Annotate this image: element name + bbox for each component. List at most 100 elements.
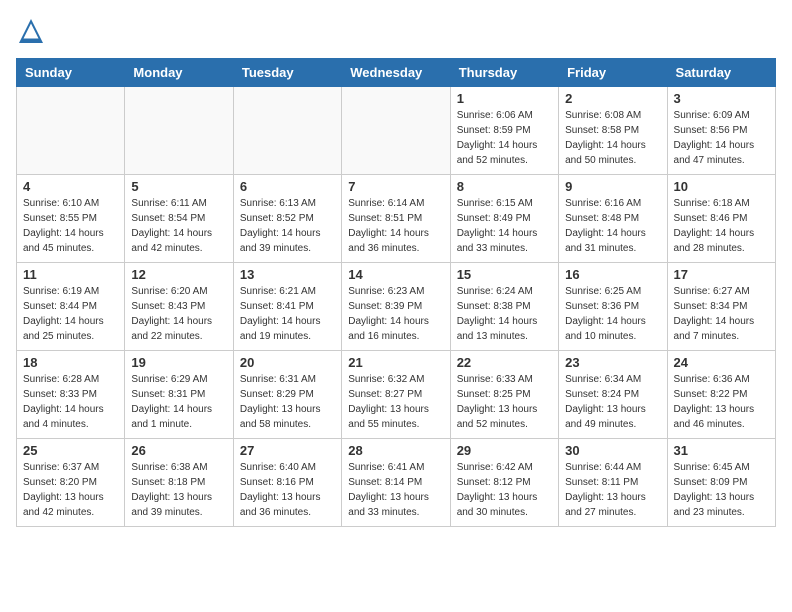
day-number: 13: [240, 267, 335, 282]
day-number: 11: [23, 267, 118, 282]
day-number: 14: [348, 267, 443, 282]
day-info: Sunrise: 6:19 AM Sunset: 8:44 PM Dayligh…: [23, 284, 118, 344]
calendar-cell: 19Sunrise: 6:29 AM Sunset: 8:31 PM Dayli…: [125, 351, 233, 439]
calendar-header-sunday: Sunday: [17, 59, 125, 87]
calendar-cell: 22 Sunrise: 6:33 AM Sunset: 8:25 PM Dayli…: [450, 351, 558, 439]
calendar-cell: 31 Sunrise: 6:45 AM Sunset: 8:09 PM Dayli…: [667, 439, 775, 527]
day-info: Sunrise: 6:33 AM Sunset: 8:25 PM Dayligh…: [457, 372, 552, 432]
calendar-cell: 8Sunrise: 6:15 AM Sunset: 8:49 PM Daylig…: [450, 175, 558, 263]
day-number: 9: [565, 179, 660, 194]
calendar-cell: 7 Sunrise: 6:14 AM Sunset: 8:51 PM Daylig…: [342, 175, 450, 263]
calendar-cell: 1 Sunrise: 6:06 AM Sunset: 8:59 PM Daylig…: [450, 87, 558, 175]
day-info: Sunrise: 6:13 AM Sunset: 8:52 PM Dayligh…: [240, 196, 335, 256]
calendar-cell: 28 Sunrise: 6:41 AM Sunset: 8:14 PM Dayli…: [342, 439, 450, 527]
calendar-cell: 21Sunrise: 6:32 AM Sunset: 8:27 PM Dayli…: [342, 351, 450, 439]
day-info: Sunrise: 6:20 AM Sunset: 8:43 PM Dayligh…: [131, 284, 226, 344]
calendar-cell: [342, 87, 450, 175]
day-number: 1: [457, 91, 552, 106]
calendar-cell: 25 Sunrise: 6:37 AM Sunset: 8:20 PM Dayli…: [17, 439, 125, 527]
day-number: 16: [565, 267, 660, 282]
day-info: Sunrise: 6:42 AM Sunset: 8:12 PM Dayligh…: [457, 460, 552, 520]
day-number: 3: [674, 91, 769, 106]
day-info: Sunrise: 6:44 AM Sunset: 8:11 PM Dayligh…: [565, 460, 660, 520]
day-info: Sunrise: 6:08 AM Sunset: 8:58 PM Dayligh…: [565, 108, 660, 168]
day-number: 26: [131, 443, 226, 458]
calendar-cell: 2 Sunrise: 6:08 AM Sunset: 8:58 PM Daylig…: [559, 87, 667, 175]
calendar-cell: 12 Sunrise: 6:20 AM Sunset: 8:43 PM Dayli…: [125, 263, 233, 351]
day-info: Sunrise: 6:16 AM Sunset: 8:48 PM Dayligh…: [565, 196, 660, 256]
calendar-cell: 14 Sunrise: 6:23 AM Sunset: 8:39 PM Dayli…: [342, 263, 450, 351]
calendar: SundayMondayTuesdayWednesdayThursdayFrid…: [16, 58, 776, 527]
day-info: Sunrise: 6:15 AM Sunset: 8:49 PM Dayligh…: [457, 196, 552, 256]
day-info: Sunrise: 6:21 AM Sunset: 8:41 PM Dayligh…: [240, 284, 335, 344]
calendar-cell: 10 Sunrise: 6:18 AM Sunset: 8:46 PM Dayli…: [667, 175, 775, 263]
day-info: Sunrise: 6:38 AM Sunset: 8:18 PM Dayligh…: [131, 460, 226, 520]
calendar-cell: 23 Sunrise: 6:34 AM Sunset: 8:24 PM Dayli…: [559, 351, 667, 439]
day-number: 2: [565, 91, 660, 106]
day-info: Sunrise: 6:14 AM Sunset: 8:51 PM Dayligh…: [348, 196, 443, 256]
day-number: 28: [348, 443, 443, 458]
day-info: Sunrise: 6:23 AM Sunset: 8:39 PM Dayligh…: [348, 284, 443, 344]
logo-icon: [16, 16, 46, 46]
calendar-cell: 30 Sunrise: 6:44 AM Sunset: 8:11 PM Dayli…: [559, 439, 667, 527]
day-number: 18: [23, 355, 118, 370]
day-info: Sunrise: 6:36 AM Sunset: 8:22 PM Dayligh…: [674, 372, 769, 432]
calendar-cell: 6Sunrise: 6:13 AM Sunset: 8:52 PM Daylig…: [233, 175, 341, 263]
calendar-cell: 13 Sunrise: 6:21 AM Sunset: 8:41 PM Dayli…: [233, 263, 341, 351]
calendar-cell: 17 Sunrise: 6:27 AM Sunset: 8:34 PM Dayli…: [667, 263, 775, 351]
calendar-week-2: 11 Sunrise: 6:19 AM Sunset: 8:44 PM Dayli…: [17, 263, 776, 351]
day-info: Sunrise: 6:34 AM Sunset: 8:24 PM Dayligh…: [565, 372, 660, 432]
logo: [16, 16, 50, 46]
calendar-cell: 20Sunrise: 6:31 AM Sunset: 8:29 PM Dayli…: [233, 351, 341, 439]
calendar-cell: [17, 87, 125, 175]
day-number: 15: [457, 267, 552, 282]
day-number: 22: [457, 355, 552, 370]
calendar-cell: [233, 87, 341, 175]
day-info: Sunrise: 6:29 AM Sunset: 8:31 PM Dayligh…: [131, 372, 226, 432]
day-number: 4: [23, 179, 118, 194]
calendar-header-wednesday: Wednesday: [342, 59, 450, 87]
day-info: Sunrise: 6:25 AM Sunset: 8:36 PM Dayligh…: [565, 284, 660, 344]
day-number: 30: [565, 443, 660, 458]
day-number: 10: [674, 179, 769, 194]
day-number: 31: [674, 443, 769, 458]
calendar-cell: 5Sunrise: 6:11 AM Sunset: 8:54 PM Daylig…: [125, 175, 233, 263]
calendar-cell: 11 Sunrise: 6:19 AM Sunset: 8:44 PM Dayli…: [17, 263, 125, 351]
day-info: Sunrise: 6:06 AM Sunset: 8:59 PM Dayligh…: [457, 108, 552, 168]
calendar-header-thursday: Thursday: [450, 59, 558, 87]
calendar-cell: 26 Sunrise: 6:38 AM Sunset: 8:18 PM Dayli…: [125, 439, 233, 527]
day-info: Sunrise: 6:11 AM Sunset: 8:54 PM Dayligh…: [131, 196, 226, 256]
day-number: 12: [131, 267, 226, 282]
calendar-cell: 18 Sunrise: 6:28 AM Sunset: 8:33 PM Dayli…: [17, 351, 125, 439]
day-info: Sunrise: 6:09 AM Sunset: 8:56 PM Dayligh…: [674, 108, 769, 168]
day-info: Sunrise: 6:40 AM Sunset: 8:16 PM Dayligh…: [240, 460, 335, 520]
calendar-cell: 15 Sunrise: 6:24 AM Sunset: 8:38 PM Dayli…: [450, 263, 558, 351]
day-number: 27: [240, 443, 335, 458]
header: [16, 16, 776, 46]
day-info: Sunrise: 6:28 AM Sunset: 8:33 PM Dayligh…: [23, 372, 118, 432]
day-number: 29: [457, 443, 552, 458]
calendar-week-1: 4Sunrise: 6:10 AM Sunset: 8:55 PM Daylig…: [17, 175, 776, 263]
day-info: Sunrise: 6:24 AM Sunset: 8:38 PM Dayligh…: [457, 284, 552, 344]
day-number: 25: [23, 443, 118, 458]
day-info: Sunrise: 6:18 AM Sunset: 8:46 PM Dayligh…: [674, 196, 769, 256]
day-number: 21: [348, 355, 443, 370]
calendar-cell: 27 Sunrise: 6:40 AM Sunset: 8:16 PM Dayli…: [233, 439, 341, 527]
calendar-week-3: 18 Sunrise: 6:28 AM Sunset: 8:33 PM Dayli…: [17, 351, 776, 439]
day-number: 24: [674, 355, 769, 370]
day-info: Sunrise: 6:37 AM Sunset: 8:20 PM Dayligh…: [23, 460, 118, 520]
day-number: 17: [674, 267, 769, 282]
day-number: 7: [348, 179, 443, 194]
day-info: Sunrise: 6:27 AM Sunset: 8:34 PM Dayligh…: [674, 284, 769, 344]
day-number: 20: [240, 355, 335, 370]
calendar-cell: 4Sunrise: 6:10 AM Sunset: 8:55 PM Daylig…: [17, 175, 125, 263]
day-info: Sunrise: 6:45 AM Sunset: 8:09 PM Dayligh…: [674, 460, 769, 520]
calendar-cell: 24 Sunrise: 6:36 AM Sunset: 8:22 PM Dayli…: [667, 351, 775, 439]
calendar-cell: 29 Sunrise: 6:42 AM Sunset: 8:12 PM Dayli…: [450, 439, 558, 527]
calendar-header-monday: Monday: [125, 59, 233, 87]
calendar-cell: 3 Sunrise: 6:09 AM Sunset: 8:56 PM Daylig…: [667, 87, 775, 175]
calendar-cell: 9 Sunrise: 6:16 AM Sunset: 8:48 PM Daylig…: [559, 175, 667, 263]
day-info: Sunrise: 6:41 AM Sunset: 8:14 PM Dayligh…: [348, 460, 443, 520]
calendar-cell: 16 Sunrise: 6:25 AM Sunset: 8:36 PM Dayli…: [559, 263, 667, 351]
day-number: 23: [565, 355, 660, 370]
